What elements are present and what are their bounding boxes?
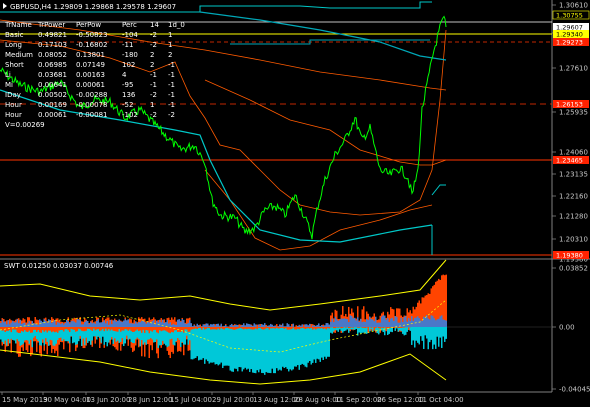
table-cell: -2: [150, 111, 157, 119]
indicator-tick-label: 0.03852: [559, 265, 588, 273]
indicator-tick-label: -0.04045: [559, 386, 590, 394]
table-cell: -180: [122, 51, 138, 59]
table-cell: 0.00169: [38, 101, 67, 109]
time-tick-label: 11 Oct 04:00: [418, 396, 464, 404]
table-total: V=0.00269: [5, 121, 45, 129]
price-badges: 1.307551.296071.293401.292731.261531.234…: [552, 10, 590, 260]
time-tick-label: 13 Jun 20:00: [86, 396, 130, 404]
table-header-cell: PerPow: [76, 21, 101, 29]
table-cell: -0.50823: [76, 31, 107, 39]
table-cell: Long: [5, 41, 22, 49]
table-cell: 4: [122, 71, 127, 79]
price-badge: 1.26153: [556, 101, 583, 109]
table-cell: 0.07149: [76, 61, 105, 69]
table-cell: Mi: [5, 81, 13, 89]
table-header-cell: TrName: [4, 21, 32, 29]
chart-canvas[interactable]: GBPUSD,H4 1.29809 1.29868 1.29578 1.2960…: [0, 0, 590, 407]
time-tick-label: 29 Jul 20:00: [212, 396, 254, 404]
table-cell: -1: [168, 101, 175, 109]
table-cell: 0.00061: [76, 81, 105, 89]
price-tick-label: 1.21280: [559, 213, 588, 221]
chart-window[interactable]: GBPUSD,H4 1.29809 1.29868 1.29578 1.2960…: [0, 0, 590, 407]
table-cell: 1: [150, 101, 154, 109]
table-cell: 0.00061: [38, 111, 67, 119]
price-badge: 1.23465: [556, 157, 583, 165]
table-cell: -52: [122, 101, 133, 109]
table-cell: -0.00081: [76, 111, 107, 119]
table-cell: -1: [150, 71, 157, 79]
table-cell: Basic: [5, 31, 24, 39]
table-header-cell: 1d_0: [168, 21, 185, 29]
time-tick-label: 28 Jun 12:00: [128, 396, 172, 404]
table-cell: 0.00641: [38, 81, 67, 89]
time-tick-label: 11 Sep 20:00: [335, 396, 382, 404]
table-cell: 0.08052: [38, 51, 67, 59]
table-cell: -1: [168, 61, 175, 69]
price-badge: 1.29340: [556, 31, 583, 39]
price-tick-label: 1.22160: [559, 193, 588, 201]
indicator-label: SWT 0.01250 0.03037 0.00746: [4, 262, 114, 270]
table-cell: -2: [150, 41, 157, 49]
table-cell: 0.17103: [38, 41, 67, 49]
table-cell: -2: [150, 31, 157, 39]
table-cell: -104: [122, 31, 138, 39]
table-header-cell: 14: [150, 21, 159, 29]
table-cell: Medium: [5, 51, 33, 59]
table-cell: 0.00163: [76, 71, 105, 79]
table-cell: IDay: [5, 91, 21, 99]
table-cell: 0.00502: [38, 91, 67, 99]
price-tick-label: 1.24060: [559, 149, 588, 157]
table-cell: 0.49821: [38, 31, 67, 39]
table-cell: -1: [150, 81, 157, 89]
table-cell: 102: [122, 61, 135, 69]
table-cell: 2: [150, 51, 154, 59]
table-cell: -11: [122, 41, 133, 49]
table-cell: Li: [5, 71, 11, 79]
table-cell: 0.03681: [38, 71, 67, 79]
table-cell: 0.06985: [38, 61, 67, 69]
time-tick-label: 15 Jul 04:00: [170, 396, 212, 404]
table-cell: -102: [122, 111, 138, 119]
price-badge: 1.29273: [556, 39, 583, 47]
table-cell: Hour: [5, 111, 22, 119]
table-cell: Short: [5, 61, 24, 69]
price-badge: 1.19380: [556, 252, 583, 260]
time-tick-label: 26 Sep 12:00: [377, 396, 424, 404]
table-cell: 136: [122, 91, 136, 99]
price-tick-label: 1.25935: [559, 109, 588, 117]
indicator-tick-label: 0.00: [559, 324, 575, 332]
time-tick-label: 30 May 04:00: [43, 396, 91, 404]
table-cell: -0.00288: [76, 91, 107, 99]
price-tick-label: 1.27610: [559, 65, 588, 73]
table-header-cell: TrPower: [37, 21, 65, 29]
price-tick-label: 1.20310: [559, 236, 588, 244]
table-cell: -0.16802: [76, 41, 107, 49]
price-badge: 1.30755: [556, 12, 583, 20]
indicator-axis: 0.03852 0.00 -0.04045: [552, 265, 590, 394]
table-cell: 2: [150, 61, 154, 69]
symbol-header: GBPUSD,H4 1.29809 1.29868 1.29578 1.2960…: [10, 3, 176, 11]
time-tick-label: 15 May 2019: [2, 396, 48, 404]
table-cell: -2: [150, 91, 157, 99]
table-cell: Hour: [5, 101, 22, 109]
table-cell: 0.13801: [76, 51, 105, 59]
table-cell: -1: [168, 91, 175, 99]
table-cell: -0.00078: [76, 101, 107, 109]
table-cell: -2: [168, 111, 175, 119]
price-tick-label: 1.23135: [559, 171, 588, 179]
table-cell: 1: [168, 31, 172, 39]
table-cell: -1: [168, 81, 175, 89]
table-cell: 2: [168, 51, 172, 59]
table-header-cell: Perc: [122, 21, 137, 29]
table-cell: -95: [122, 81, 133, 89]
table-cell: -1: [168, 71, 175, 79]
price-tick-label: 1.30610: [559, 2, 588, 10]
table-cell: 1: [168, 41, 172, 49]
